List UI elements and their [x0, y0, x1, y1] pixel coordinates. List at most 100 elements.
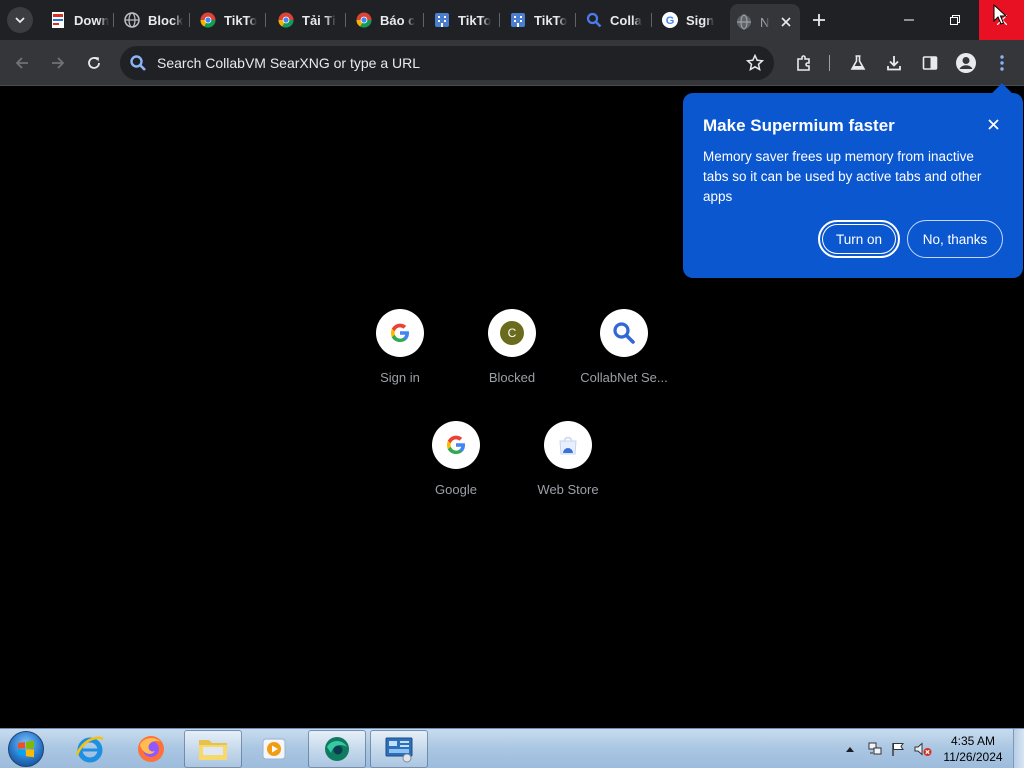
supermium-icon	[325, 737, 349, 761]
tab-title: TikTo	[458, 12, 492, 28]
pdf-favicon-icon	[50, 12, 66, 28]
browser-tab[interactable]: Tải Ti	[272, 6, 346, 34]
browser-menu-button[interactable]	[989, 50, 1015, 76]
more-vertical-icon	[1000, 55, 1004, 71]
globe-icon	[124, 12, 140, 28]
address-bar-placeholder: Search CollabVM SearXNG or type a URL	[157, 55, 420, 71]
network-icon	[868, 742, 882, 755]
browser-tab[interactable]: TikTo	[428, 6, 500, 34]
new-tab-button[interactable]	[807, 8, 831, 32]
taskbar-firefox[interactable]	[122, 730, 180, 768]
taskbar-supermium[interactable]	[308, 730, 366, 768]
arrow-left-icon	[15, 57, 28, 69]
tab-title: Tải Ti	[302, 12, 336, 28]
firefox-icon	[138, 736, 164, 762]
side-panel-button[interactable]	[917, 50, 943, 76]
labs-button[interactable]	[845, 50, 871, 76]
windows-taskbar: 4:35 AM 11/26/2024	[0, 728, 1024, 768]
shortcut-label: Google	[435, 482, 477, 497]
profile-avatar-icon	[956, 53, 976, 73]
browser-tab[interactable]: G Sign	[656, 6, 726, 34]
profile-button[interactable]	[953, 50, 979, 76]
reload-icon	[88, 57, 100, 69]
building-favicon-icon	[510, 12, 526, 28]
tab-separator	[189, 13, 190, 27]
address-bar[interactable]: Search CollabVM SearXNG or type a URL	[120, 46, 774, 80]
plus-icon	[813, 14, 825, 26]
mouse-cursor-icon	[993, 4, 1007, 25]
browser-tab[interactable]: TikTo	[194, 6, 266, 34]
minimize-button[interactable]	[886, 0, 932, 40]
taskbar-internet-explorer[interactable]	[61, 730, 119, 768]
minimize-icon	[904, 19, 914, 21]
no-thanks-button[interactable]: No, thanks	[907, 220, 1003, 258]
browser-tab[interactable]: Block	[118, 6, 190, 34]
bubble-title: Make Supermium faster	[703, 116, 895, 135]
flag-icon	[892, 743, 904, 756]
google-g-icon	[432, 421, 480, 469]
tab-separator	[113, 13, 114, 27]
restore-button[interactable]	[932, 0, 978, 40]
forward-button[interactable]	[45, 50, 71, 76]
taskbar-media-player[interactable]	[245, 730, 303, 768]
tab-separator	[499, 13, 500, 27]
caret-up-icon	[846, 747, 854, 752]
letter-avatar-icon: C	[488, 309, 536, 357]
arrow-right-icon	[52, 57, 65, 69]
chrome-favicon-icon	[200, 12, 216, 28]
tab-search-button[interactable]	[7, 7, 33, 33]
reload-button[interactable]	[81, 50, 107, 76]
bubble-close-button[interactable]	[985, 116, 1001, 132]
turn-on-button[interactable]: Turn on	[818, 220, 900, 258]
close-icon	[987, 118, 999, 130]
browser-tab[interactable]: Down	[44, 6, 114, 34]
tab-title: Colla	[610, 12, 642, 28]
shortcut-tile[interactable]: Sign in	[344, 309, 456, 409]
desktop-screen: Down Block TikTo Tải Ti Báo c TikTo TikT…	[0, 0, 1024, 768]
tab-title: TikTo	[534, 12, 568, 28]
back-button[interactable]	[9, 50, 35, 76]
tab-separator	[423, 13, 424, 27]
tray-volume-icon[interactable]	[912, 729, 934, 768]
folder-icon	[199, 740, 227, 760]
shortcut-tile[interactable]: Web Store	[512, 421, 624, 521]
show-hidden-icons-button[interactable]	[843, 729, 857, 768]
tab-separator	[651, 13, 652, 27]
bubble-body-text: Memory saver frees up memory from inacti…	[703, 149, 982, 204]
taskbar-clock[interactable]: 4:35 AM 11/26/2024	[940, 733, 1006, 765]
shortcut-label: Blocked	[488, 370, 536, 385]
speaker-muted-icon	[914, 742, 932, 756]
browser-tab-active[interactable]: N	[730, 4, 800, 40]
internet-explorer-icon	[75, 736, 104, 763]
extensions-button[interactable]	[791, 50, 817, 76]
tab-separator	[345, 13, 346, 27]
clock-time: 4:35 AM	[950, 734, 996, 748]
tab-separator	[575, 13, 576, 27]
browser-tab[interactable]: Báo c	[350, 6, 424, 34]
tray-action-center-icon[interactable]	[889, 729, 907, 768]
search-icon	[128, 53, 148, 73]
letter-avatar: C	[500, 321, 524, 345]
magnifier-icon	[600, 309, 648, 357]
browser-toolbar: Search CollabVM SearXNG or type a URL	[0, 40, 1024, 86]
memory-saver-promo-bubble: Make Supermium faster Memory saver frees…	[683, 93, 1023, 278]
start-button[interactable]	[8, 731, 44, 767]
shortcut-label: Sign in	[380, 370, 420, 385]
puzzle-icon	[797, 55, 810, 71]
close-tab-icon[interactable]	[778, 14, 794, 30]
web-store-icon	[544, 421, 592, 469]
browser-tab[interactable]: TikTo	[504, 6, 576, 34]
shortcut-tile[interactable]: CollabNet Se...	[568, 309, 680, 409]
restore-icon	[950, 15, 960, 25]
side-panel-icon	[922, 56, 938, 70]
tray-network-icon[interactable]	[866, 729, 884, 768]
shortcut-tile[interactable]: Google	[400, 421, 512, 521]
shortcut-label: CollabNet Se...	[580, 370, 668, 385]
taskbar-control-panel[interactable]	[370, 730, 428, 768]
bookmark-star-icon[interactable]	[746, 54, 764, 72]
downloads-button[interactable]	[881, 50, 907, 76]
shortcut-tile[interactable]: C Blocked	[456, 309, 568, 409]
taskbar-file-explorer[interactable]	[184, 730, 242, 768]
show-desktop-button[interactable]	[1013, 729, 1024, 768]
browser-tab[interactable]: Colla	[580, 6, 652, 34]
